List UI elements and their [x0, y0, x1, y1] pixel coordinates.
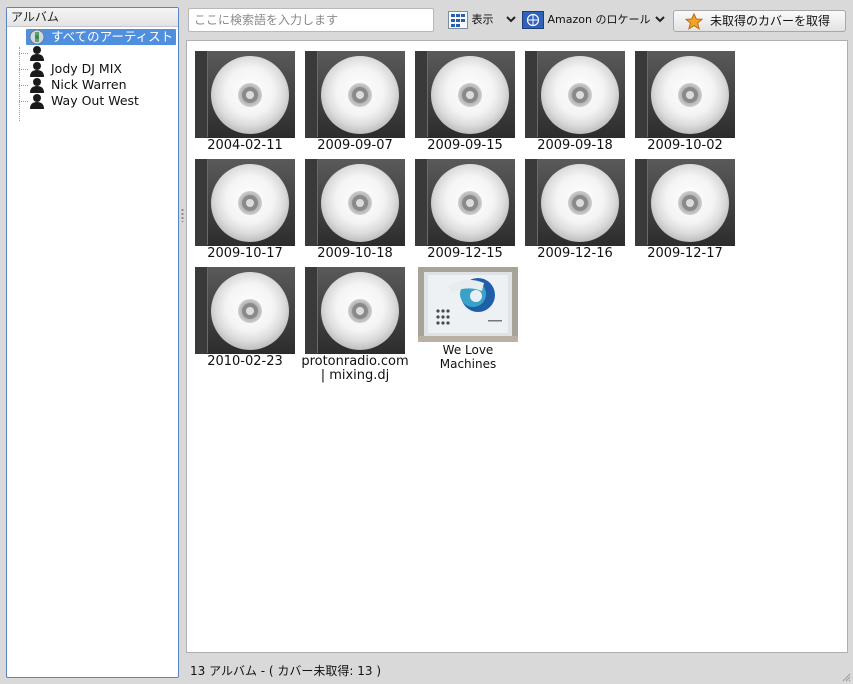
albums-tree-panel: アルバム すべてのアーティスト Jody DJ MIX Nick Warren …: [6, 7, 179, 678]
album-cover-image: [418, 267, 518, 342]
album-item[interactable]: 2009-10-18: [300, 159, 410, 261]
album-title: 2009-09-15: [427, 138, 503, 153]
album-item[interactable]: protonradio.com | mixing.dj: [300, 267, 410, 383]
amazon-locale-label: Amazon のロケール: [547, 13, 651, 26]
fetch-missing-covers-button[interactable]: 未取得のカバーを取得: [673, 10, 846, 32]
tree-item-label: すべてのアーティスト: [51, 29, 174, 44]
album-title: 2009-12-15: [427, 246, 503, 261]
grid-view-icon: [448, 11, 468, 29]
album-title: 2009-09-07: [317, 138, 393, 153]
album-title: protonradio.com | mixing.dj: [301, 354, 409, 383]
album-title: 2009-09-18: [537, 138, 613, 153]
tree-item-way-out-west[interactable]: Way Out West: [7, 93, 178, 109]
album-item[interactable]: 2009-10-17: [190, 159, 300, 261]
cd-placeholder-icon: [635, 51, 735, 138]
amazon-locale-button[interactable]: Amazon のロケール: [522, 10, 650, 30]
album-item[interactable]: 2010-02-23: [190, 267, 300, 369]
album-item[interactable]: 2009-12-17: [630, 159, 740, 261]
cd-placeholder-icon: [525, 159, 625, 246]
splitter-handle[interactable]: [181, 208, 184, 222]
star-icon: [685, 13, 703, 30]
tree-item-all-artists[interactable]: すべてのアーティスト: [7, 29, 178, 45]
album-item[interactable]: 2009-12-15: [410, 159, 520, 261]
tree-item-unknown-artist[interactable]: [7, 45, 178, 61]
album-title: 2009-10-02: [647, 138, 723, 153]
chevron-down-icon[interactable]: [655, 14, 665, 24]
tree-item-label: Way Out West: [51, 93, 139, 108]
chevron-down-icon[interactable]: [506, 14, 516, 24]
view-menu-label: 表示: [471, 13, 494, 26]
globe-flag-icon: [522, 11, 544, 29]
cd-placeholder-icon: [195, 267, 295, 354]
album-title: 2004-02-11: [207, 138, 283, 153]
person-icon: [29, 61, 45, 77]
album-title: 2009-12-16: [537, 246, 613, 261]
tree-item-label: Nick Warren: [51, 77, 127, 92]
cd-placeholder-icon: [305, 51, 405, 138]
cd-placeholder-icon: [415, 159, 515, 246]
cd-placeholder-icon: [195, 51, 295, 138]
fetch-button-label: 未取得のカバーを取得: [710, 14, 831, 28]
panel-header: アルバム: [7, 8, 178, 27]
album-title: 2009-12-17: [647, 246, 723, 261]
album-title: We Love Machines: [439, 343, 497, 371]
cd-placeholder-icon: [415, 51, 515, 138]
person-icon: [29, 45, 45, 61]
view-menu-button[interactable]: 表示: [448, 10, 494, 30]
cd-placeholder-icon: [305, 267, 405, 354]
tree-item-label: Jody DJ MIX: [51, 61, 122, 76]
cover-grid: 2004-02-11 2009-09-07 2009-09-15 2009-09…: [186, 40, 848, 653]
tree-item-nick-warren[interactable]: Nick Warren: [7, 77, 178, 93]
album-title: 2009-10-17: [207, 246, 283, 261]
tree-item-jody-dj-mix[interactable]: Jody DJ MIX: [7, 61, 178, 77]
album-title: 2010-02-23: [207, 354, 283, 369]
person-icon: [29, 77, 45, 93]
cd-placeholder-icon: [195, 159, 295, 246]
person-icon: [29, 93, 45, 109]
cd-placeholder-icon: [635, 159, 735, 246]
album-item[interactable]: We Love Machines: [413, 267, 523, 371]
album-item[interactable]: 2009-09-07: [300, 51, 410, 153]
all-artists-icon: [29, 29, 45, 45]
cd-placeholder-icon: [525, 51, 625, 138]
album-item[interactable]: 2009-12-16: [520, 159, 630, 261]
album-item[interactable]: 2009-09-15: [410, 51, 520, 153]
album-title: 2009-10-18: [317, 246, 393, 261]
resize-grip-icon[interactable]: [841, 672, 851, 682]
album-item[interactable]: 2009-10-02: [630, 51, 740, 153]
artist-tree: すべてのアーティスト Jody DJ MIX Nick Warren Way O…: [7, 27, 178, 121]
status-bar-text: 13 アルバム - ( カバー未取得: 13 ): [190, 664, 382, 678]
cd-placeholder-icon: [305, 159, 405, 246]
album-item[interactable]: 2004-02-11: [190, 51, 300, 153]
album-item[interactable]: 2009-09-18: [520, 51, 630, 153]
search-input[interactable]: [188, 8, 434, 32]
